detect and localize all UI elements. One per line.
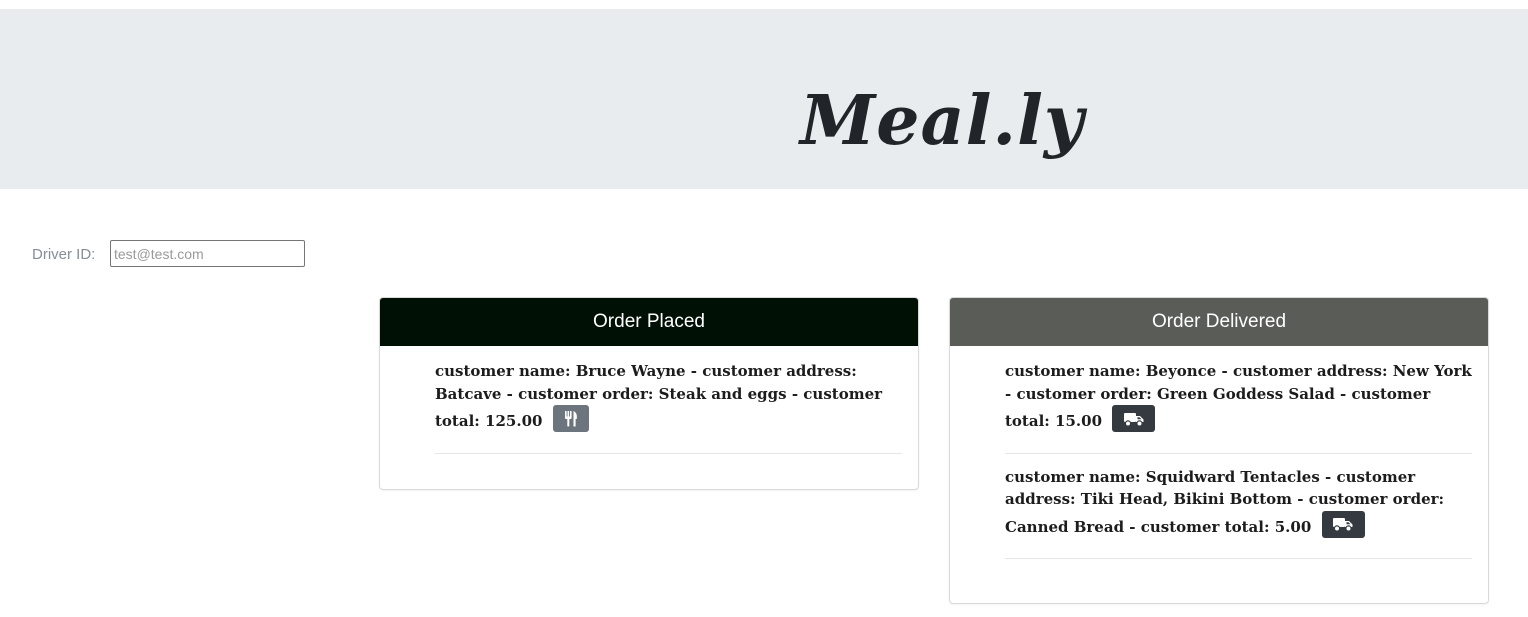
truck-icon (1333, 518, 1353, 532)
order-details: customer name: Bruce Wayne - customer ad… (435, 362, 883, 430)
order-delivered-header: Order Delivered (950, 298, 1488, 346)
driver-id-input[interactable] (110, 240, 305, 267)
order-placed-list: customer name: Bruce Wayne - customer ad… (380, 346, 918, 454)
header-jumbotron: Meal.ly (0, 9, 1528, 189)
order-details: customer name: Beyonce - customer addres… (1005, 362, 1472, 430)
brand-logo-text: Meal.ly (800, 81, 1085, 161)
order-placed-card: Order Placed customer name: Bruce Wayne … (379, 297, 919, 490)
truck-icon (1123, 412, 1144, 427)
order-delivered-list: customer name: Beyonce - customer addres… (950, 346, 1488, 559)
list-item: customer name: Bruce Wayne - customer ad… (435, 360, 902, 454)
list-item: customer name: Beyonce - customer addres… (1005, 360, 1472, 454)
list-item: customer name: Squidward Tentacles - cus… (1005, 466, 1472, 559)
utensils-icon (564, 411, 577, 427)
app-page: Meal.ly Driver ID: Order Placed customer… (0, 0, 1528, 617)
driver-id-label: Driver ID: (32, 246, 96, 263)
order-details: customer name: Squidward Tentacles - cus… (1005, 467, 1445, 536)
order-placed-header: Order Placed (380, 298, 918, 346)
mark-delivered-button[interactable] (1321, 510, 1365, 538)
mark-delivered-button[interactable] (1112, 405, 1156, 432)
mark-cooked-button[interactable] (552, 405, 589, 432)
order-delivered-card: Order Delivered customer name: Beyonce -… (949, 297, 1489, 604)
